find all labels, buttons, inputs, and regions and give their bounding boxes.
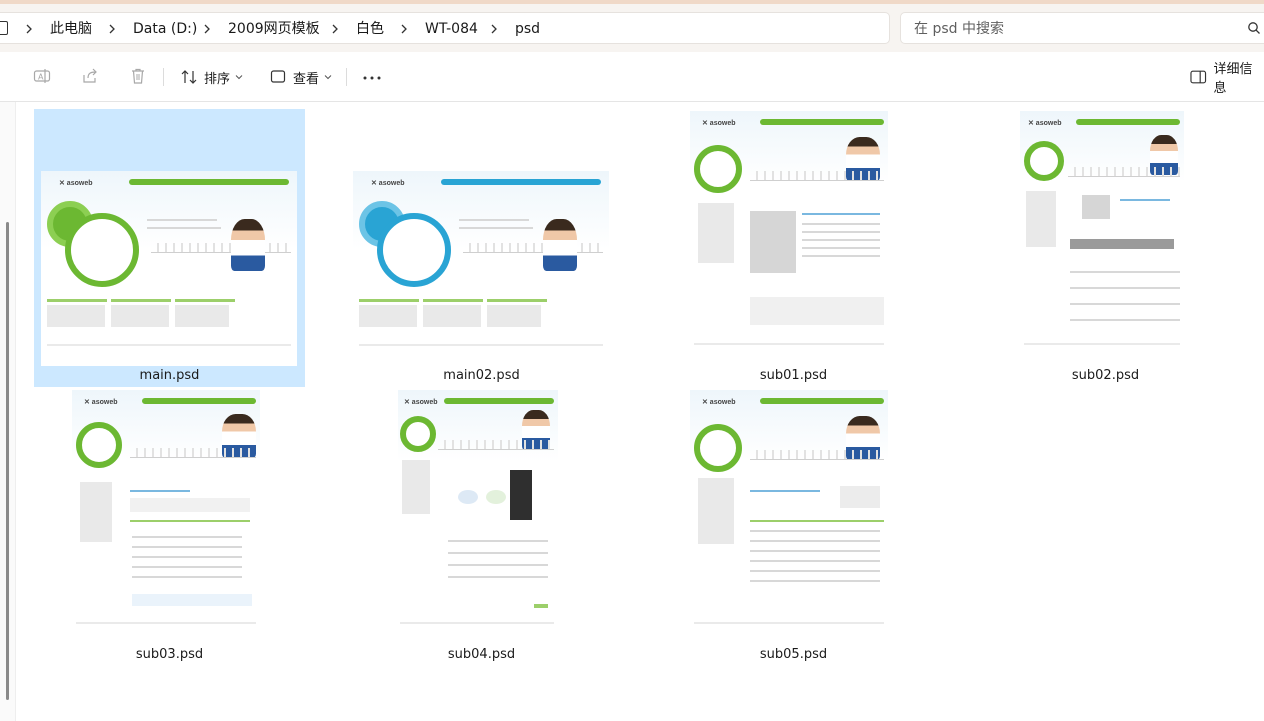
chevron-right-icon[interactable] (105, 19, 119, 39)
file-name[interactable]: sub05.psd (658, 647, 929, 663)
navigation-pane-scrollbar[interactable] (0, 102, 16, 721)
thumbnail-logo: ✕ asoweb (84, 399, 118, 406)
file-name[interactable]: main02.psd (346, 368, 617, 384)
sort-label: 排序 (204, 71, 231, 87)
breadcrumb-white-folder[interactable]: 白色 (356, 19, 384, 39)
computer-icon (0, 21, 8, 35)
command-bar: A 排序 查看 详细信息 (0, 52, 1264, 102)
file-thumbnail: ✕ asoweb (690, 390, 888, 644)
breadcrumb-templates-folder[interactable]: 2009网页模板 (228, 19, 320, 39)
thumbnail-logo: ✕ asoweb (59, 180, 93, 187)
file-item-sub05[interactable]: ✕ asoweb sub05.psd (658, 388, 929, 666)
file-thumbnail: ✕ asoweb (398, 390, 558, 644)
file-thumbnail: ✕ asoweb (41, 171, 297, 366)
delete-icon[interactable] (129, 67, 147, 85)
chevron-down-icon (235, 75, 243, 80)
file-item-main[interactable]: ✕ asoweb main.psd (34, 109, 305, 387)
sort-icon (181, 70, 197, 84)
file-name[interactable]: sub01.psd (658, 368, 929, 384)
chevron-right-icon[interactable] (200, 19, 214, 39)
view-button[interactable]: 查看 (270, 62, 332, 92)
search-box[interactable]: 在 psd 中搜索 (900, 12, 1264, 44)
address-bar-row: 此电脑 Data (D:) 2009网页模板 白色 WT-084 psd 在 p… (0, 4, 1264, 52)
search-input[interactable]: 在 psd 中搜索 (914, 19, 1004, 39)
file-name[interactable]: sub04.psd (346, 647, 617, 663)
file-thumbnail: ✕ asoweb (72, 390, 260, 644)
chevron-right-icon[interactable] (397, 19, 411, 39)
file-item-sub04[interactable]: ✕ asoweb sub04.psd (346, 388, 617, 666)
file-thumbnail: ✕ asoweb (353, 171, 609, 366)
breadcrumb-psd-folder[interactable]: psd (515, 19, 540, 39)
details-label: 详细信息 (1213, 62, 1253, 96)
file-thumbnail: ✕ asoweb (690, 111, 888, 365)
address-bar[interactable]: 此电脑 Data (D:) 2009网页模板 白色 WT-084 psd (0, 12, 890, 44)
thumbnail-logo: ✕ asoweb (702, 399, 736, 406)
file-item-sub01[interactable]: ✕ asoweb sub01.psd (658, 109, 929, 387)
chevron-right-icon[interactable] (328, 19, 342, 39)
sort-button[interactable]: 排序 (180, 62, 243, 92)
search-icon[interactable] (1247, 21, 1261, 35)
rename-icon[interactable]: A (33, 67, 51, 85)
toolbar-divider (163, 68, 164, 86)
file-item-sub02[interactable]: ✕ asoweb sub02.psd (970, 109, 1241, 387)
thumbnail-logo: ✕ asoweb (371, 180, 405, 187)
file-item-main02[interactable]: ✕ asoweb main02.psd (346, 109, 617, 387)
file-name[interactable]: main.psd (34, 368, 305, 384)
thumbnail-logo: ✕ asoweb (1028, 120, 1062, 127)
share-icon[interactable] (81, 67, 99, 85)
details-pane-button[interactable]: 详细信息 (1190, 62, 1264, 96)
file-item-sub03[interactable]: ✕ asoweb sub03.psd (34, 388, 305, 666)
scrollbar-thumb[interactable] (6, 222, 9, 700)
breadcrumb-wt084-folder[interactable]: WT-084 (425, 19, 478, 39)
chevron-right-icon[interactable] (22, 19, 36, 39)
thumbnail-logo: ✕ asoweb (404, 399, 438, 406)
file-name[interactable]: sub02.psd (970, 368, 1241, 384)
toolbar-divider (346, 68, 347, 86)
file-thumbnail: ✕ asoweb (1020, 111, 1184, 365)
view-icon (270, 70, 286, 83)
file-name[interactable]: sub03.psd (34, 647, 305, 663)
thumbnail-logo: ✕ asoweb (702, 120, 736, 127)
details-pane-icon (1190, 70, 1207, 84)
chevron-down-icon (324, 75, 332, 80)
view-label: 查看 (293, 71, 320, 87)
breadcrumb-data-drive[interactable]: Data (D:) (133, 19, 197, 39)
breadcrumb-this-pc[interactable]: 此电脑 (50, 19, 92, 39)
svg-text:A: A (38, 73, 44, 82)
more-options-icon[interactable] (362, 67, 382, 85)
chevron-right-icon[interactable] (487, 19, 501, 39)
